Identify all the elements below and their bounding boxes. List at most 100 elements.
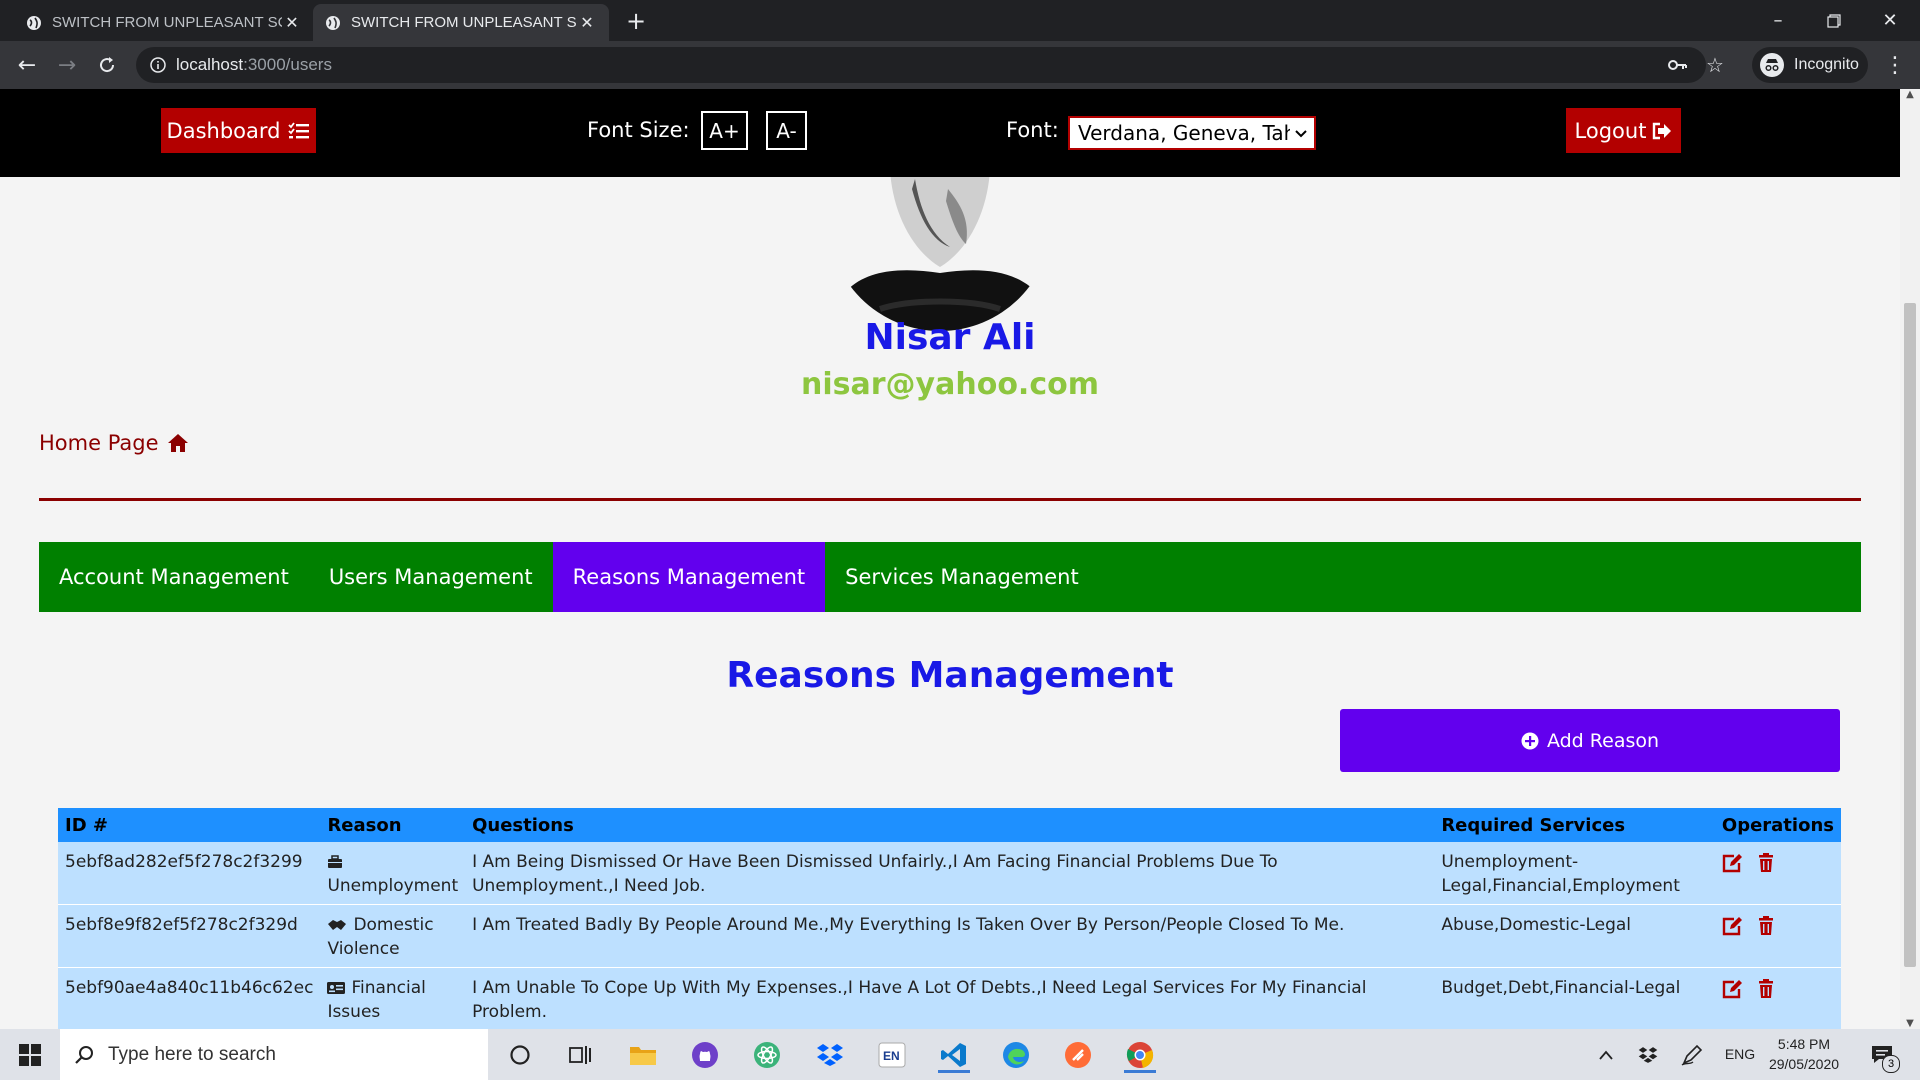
dashboard-button[interactable]: Dashboard: [161, 108, 316, 153]
logout-button[interactable]: Logout: [1566, 108, 1681, 153]
dropbox-icon[interactable]: [810, 1037, 850, 1073]
chrome-icon[interactable]: [1120, 1037, 1160, 1073]
trash-icon[interactable]: [1758, 916, 1774, 936]
edit-icon[interactable]: [1722, 916, 1744, 936]
home-page-link[interactable]: Home Page: [39, 431, 189, 455]
taskbar-search[interactable]: Type here to search: [60, 1029, 488, 1080]
vscode-icon[interactable]: [934, 1037, 974, 1073]
minimize-button[interactable]: –: [1750, 0, 1806, 41]
tab-services-management[interactable]: Services Management: [825, 542, 1099, 612]
cell-id: 5ebf8e9f82ef5f278c2f329d: [65, 915, 298, 935]
task-view-icon[interactable]: [560, 1037, 600, 1073]
site-header: Dashboard Font Size: A+ A- Font: Verdana…: [0, 89, 1900, 177]
management-nav: Account Management Users Management Reas…: [39, 542, 1861, 612]
close-icon[interactable]: ✕: [282, 13, 302, 32]
add-reason-button[interactable]: Add Reason: [1340, 709, 1840, 772]
cell-services: Budget,Debt,Financial-Legal: [1441, 978, 1681, 998]
reason-label: Unemployment: [327, 876, 459, 896]
pen-icon[interactable]: [1672, 1037, 1712, 1073]
reasons-table: ID # Reason Questions Required Services …: [58, 808, 1841, 1029]
chevron-up-icon[interactable]: [1586, 1037, 1626, 1073]
clock-date[interactable]: 29/05/2020: [1764, 1056, 1844, 1072]
github-icon[interactable]: [685, 1037, 725, 1073]
cell-id: 5ebf8ad282ef5f278c2f3299: [65, 852, 303, 872]
page-viewport: Dashboard Font Size: A+ A- Font: Verdana…: [0, 89, 1900, 1029]
font-label: Font:: [1006, 118, 1059, 142]
cell-reason: Financial Issues: [320, 968, 465, 1030]
trash-icon[interactable]: [1758, 853, 1774, 873]
incognito-badge[interactable]: Incognito: [1752, 47, 1868, 83]
forward-icon[interactable]: →: [52, 51, 82, 79]
divider: [39, 498, 1861, 501]
search-icon: [74, 1045, 94, 1065]
cell-services: Unemployment-Legal,Financial,Employment: [1441, 852, 1680, 896]
briefcase-icon: [327, 855, 343, 869]
cell-operations: [1715, 842, 1841, 905]
add-reason-label: Add Reason: [1546, 729, 1660, 752]
cell-reason: Unemployment: [320, 842, 465, 905]
dashboard-label: Dashboard: [166, 118, 281, 143]
cortana-icon[interactable]: [500, 1037, 540, 1073]
user-name: Nisar Ali: [864, 317, 1036, 358]
windows-start-button[interactable]: [0, 1029, 60, 1080]
close-window-button[interactable]: ✕: [1862, 0, 1918, 41]
tab-users-management[interactable]: Users Management: [309, 542, 553, 612]
table-row: 5ebf90ae4a840c11b46c62ec Financial Issue…: [58, 967, 1841, 1030]
browser-tab-1[interactable]: SWITCH FROM UNPLEASANT SCENARIO ✕: [14, 4, 314, 41]
key-icon[interactable]: [1668, 56, 1688, 74]
trash-icon[interactable]: [1758, 979, 1774, 999]
section-title: Reasons Management: [726, 655, 1174, 696]
font-select[interactable]: Verdana, Geneva, Tahoma, sans-serif: [1068, 116, 1316, 150]
edge-icon[interactable]: [996, 1037, 1036, 1073]
star-icon[interactable]: ☆: [1706, 53, 1724, 78]
info-icon[interactable]: [150, 57, 166, 73]
close-icon[interactable]: ✕: [577, 13, 597, 32]
decrease-font-button[interactable]: A-: [766, 111, 807, 150]
restore-button[interactable]: [1806, 0, 1862, 41]
file-explorer-icon[interactable]: [623, 1037, 663, 1073]
globe-icon: [325, 15, 341, 31]
url-path: :3000/users: [243, 55, 332, 74]
home-link-label: Home Page: [39, 431, 159, 455]
home-icon: [167, 433, 189, 453]
scroll-up-icon[interactable]: ▲: [1900, 89, 1920, 100]
scroll-down-icon[interactable]: ▼: [1900, 1018, 1920, 1029]
scrollbar-thumb[interactable]: [1904, 303, 1916, 967]
reload-icon[interactable]: [92, 51, 122, 79]
increase-font-button[interactable]: A+: [701, 111, 748, 150]
tab-title: SWITCH FROM UNPLEASANT SCENARIO: [351, 14, 577, 31]
back-icon[interactable]: ←: [12, 51, 42, 79]
clock-time[interactable]: 5:48 PM: [1764, 1036, 1844, 1052]
column-header-id: ID #: [65, 815, 108, 836]
font-size-label: Font Size:: [587, 118, 690, 142]
incognito-icon: [1760, 53, 1784, 77]
atom-icon[interactable]: [747, 1037, 787, 1073]
edit-icon[interactable]: [1722, 979, 1744, 999]
browser-tab-2[interactable]: SWITCH FROM UNPLEASANT SCENARIO ✕: [313, 4, 609, 41]
cell-questions: I Am Treated Badly By People Around Me.,…: [472, 915, 1345, 935]
language-en-icon[interactable]: EN: [872, 1037, 912, 1073]
svg-text:EN: EN: [883, 1049, 900, 1063]
notifications-icon[interactable]: 3: [1862, 1037, 1902, 1073]
incognito-label: Incognito: [1794, 56, 1859, 73]
language-indicator[interactable]: ENG: [1722, 1046, 1758, 1062]
page-scrollbar[interactable]: ▲ ▼: [1900, 89, 1920, 1029]
active-app-indicator: [938, 1070, 970, 1073]
browser-menu-icon[interactable]: ⋮: [1880, 51, 1910, 79]
column-header-questions: Questions: [472, 815, 574, 836]
dropbox-tray-icon[interactable]: [1628, 1037, 1668, 1073]
globe-icon: [26, 15, 42, 31]
column-header-operations: Operations: [1721, 815, 1834, 836]
new-tab-button[interactable]: +: [622, 8, 650, 36]
taskbar-search-placeholder: Type here to search: [108, 1043, 276, 1065]
tab-reasons-management[interactable]: Reasons Management: [552, 542, 826, 612]
notification-count: 3: [1882, 1055, 1900, 1073]
address-bar[interactable]: localhost:3000/users ☆: [136, 47, 1724, 83]
cell-id: 5ebf90ae4a840c11b46c62ec: [65, 978, 314, 998]
user-email: nisar@yahoo.com: [801, 367, 1099, 402]
postman-icon[interactable]: [1058, 1037, 1098, 1073]
sign-out-icon: [1652, 122, 1672, 140]
edit-icon[interactable]: [1722, 853, 1744, 873]
tab-account-management[interactable]: Account Management: [39, 542, 309, 612]
column-header-reason: Reason: [327, 815, 402, 836]
